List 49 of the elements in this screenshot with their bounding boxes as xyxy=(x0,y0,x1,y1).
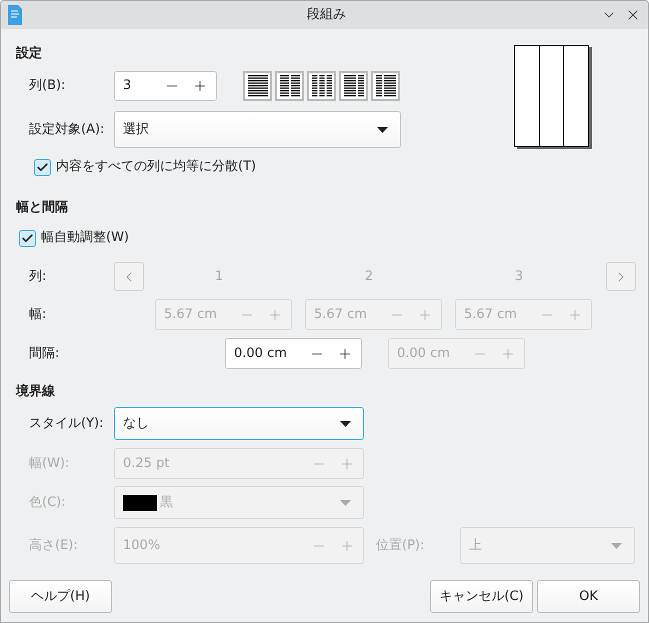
column-preset-button[interactable] xyxy=(339,71,368,101)
column-number: 3 xyxy=(514,268,524,286)
color-swatch xyxy=(123,494,157,510)
field-label: 列: xyxy=(29,268,48,286)
dropdown-arrow-icon xyxy=(340,500,351,506)
column-preset-button[interactable] xyxy=(275,71,304,101)
column-preset-button[interactable] xyxy=(307,71,336,101)
column-number: 1 xyxy=(214,268,224,286)
field-label: スタイル(Y): xyxy=(29,414,104,433)
spacing-spinbox[interactable]: 0.00 cm xyxy=(225,338,362,369)
columns-layout-icon xyxy=(248,75,268,97)
columns-layout-icon xyxy=(344,75,364,97)
checkbox[interactable] xyxy=(34,158,51,176)
ok-button[interactable]: OK xyxy=(537,580,640,613)
field-label: 列(B): xyxy=(29,77,66,96)
checkbox-label: 内容をすべての列に均等に分散(T) xyxy=(56,158,256,176)
dropdown-arrow-icon xyxy=(340,420,351,426)
field-label: 色(C): xyxy=(29,494,67,512)
next-button[interactable] xyxy=(606,262,636,291)
plus-icon[interactable] xyxy=(192,78,208,94)
help-button[interactable]: ヘルプ(H) xyxy=(9,580,112,613)
field-label: 幅(W): xyxy=(29,454,70,473)
apply-to-dropdown[interactable]: 選択 xyxy=(114,111,401,148)
column-preset-button[interactable] xyxy=(371,71,400,101)
columns-layout-icon xyxy=(312,75,332,97)
cancel-button[interactable]: キャンセル(C) xyxy=(430,580,533,613)
previous-button[interactable] xyxy=(114,262,144,291)
check-icon xyxy=(36,160,49,174)
dropdown-arrow-icon xyxy=(377,126,388,132)
columns-layout-icon xyxy=(280,75,300,97)
window-title: 段組み xyxy=(306,6,347,24)
checkbox-label: 幅自動調整(W) xyxy=(41,229,129,248)
column-preset-button[interactable] xyxy=(243,71,272,101)
columns-layout-icon xyxy=(376,75,396,97)
section-heading: 幅と間隔 xyxy=(16,200,69,216)
section-heading: 設定 xyxy=(16,46,43,62)
field-label: 間隔: xyxy=(29,344,60,363)
section-heading: 境界線 xyxy=(16,384,56,400)
style-dropdown[interactable]: なし xyxy=(114,407,364,440)
checkbox[interactable] xyxy=(19,230,36,246)
dropdown-arrow-icon xyxy=(611,542,622,548)
field-label: 位置(P): xyxy=(376,536,426,555)
document-icon xyxy=(8,5,22,25)
field-label: 設定対象(A): xyxy=(29,120,106,139)
field-label: 高さ(E): xyxy=(29,536,79,555)
columns-spinbox[interactable]: 3 xyxy=(114,71,217,101)
column-number: 2 xyxy=(364,268,374,286)
field-label: 幅: xyxy=(29,306,48,324)
check-icon xyxy=(21,232,34,244)
